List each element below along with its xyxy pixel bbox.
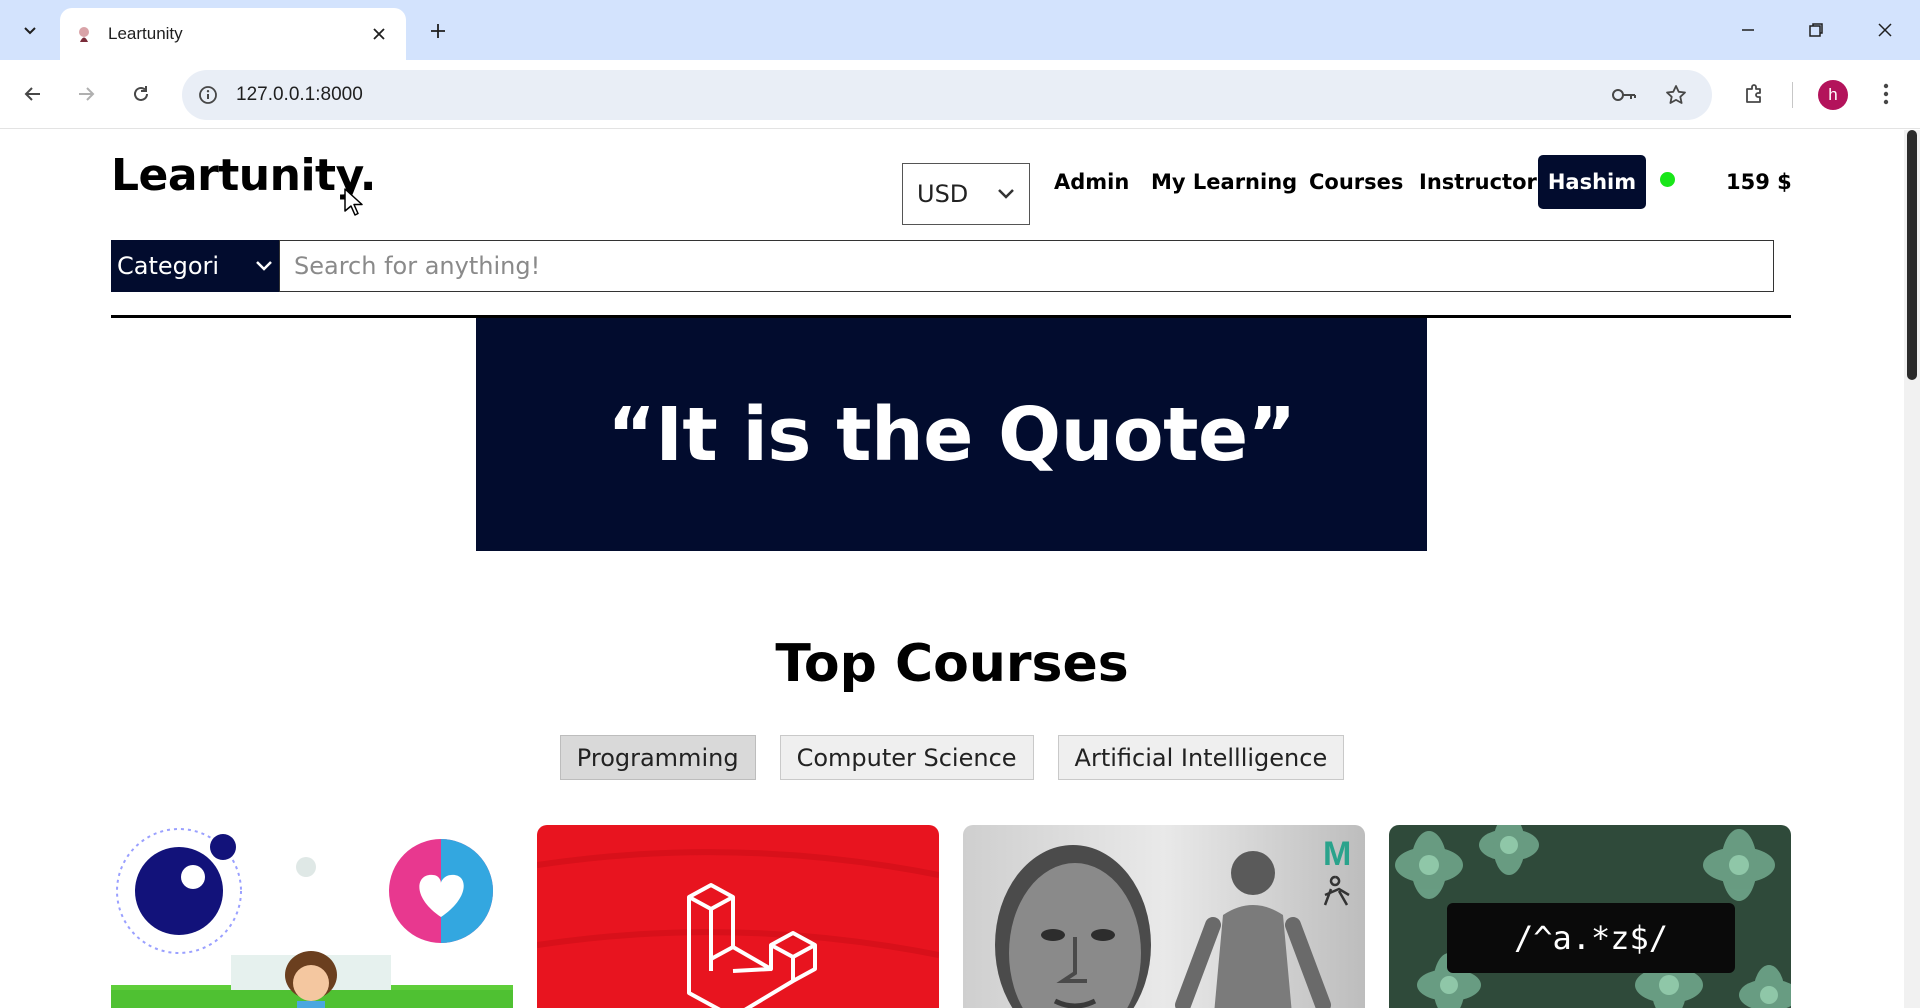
online-status-indicator xyxy=(1660,172,1675,187)
category-dropdown[interactable]: Categori xyxy=(111,240,279,292)
puzzle-icon xyxy=(1746,84,1761,103)
page-viewport: Leartunity. USD Admin My Learning Course… xyxy=(0,130,1904,1008)
kebab-menu-icon xyxy=(1883,83,1889,105)
close-tab-icon[interactable] xyxy=(366,21,392,47)
minimize-icon xyxy=(1742,29,1754,31)
filter-programming[interactable]: Programming xyxy=(559,735,756,780)
new-tab-button[interactable] xyxy=(420,14,456,48)
chevron-down-icon xyxy=(998,189,1014,199)
nav-instructor[interactable]: Instructor xyxy=(1419,170,1537,194)
category-label: Categori xyxy=(117,252,220,280)
course-filter-tabs: Programming Computer Science Artificial … xyxy=(0,735,1904,780)
mouse-cursor-icon xyxy=(344,188,363,216)
close-window-button[interactable] xyxy=(1857,8,1913,52)
toolbar-divider xyxy=(1792,82,1793,108)
chevron-down-icon xyxy=(24,27,36,35)
wallet-balance: 159 $ xyxy=(1726,170,1792,194)
regex-code-text: /^a.*z$/ xyxy=(1514,919,1668,957)
chevron-down-icon xyxy=(256,261,272,271)
tab-title: Leartunity xyxy=(108,24,183,43)
browser-toolbar: 127.0.0.1:8000 h xyxy=(0,60,1920,129)
3d-character-thumbnail-image: M xyxy=(963,825,1365,1008)
course-card-thumbnail[interactable] xyxy=(111,825,513,1008)
nav-admin[interactable]: Admin xyxy=(1054,170,1129,194)
browser-menu-button[interactable] xyxy=(1866,74,1906,114)
restore-button[interactable] xyxy=(1788,8,1844,52)
laravel-thumbnail-image xyxy=(537,825,939,1008)
page-scrollbar[interactable] xyxy=(1904,130,1920,1008)
course-card-thumbnail[interactable]: M xyxy=(963,825,1365,1008)
address-bar[interactable]: 127.0.0.1:8000 xyxy=(182,70,1712,120)
reload-icon xyxy=(134,86,148,101)
currency-select[interactable]: USD xyxy=(902,163,1030,225)
filter-artificial-intelligence[interactable]: Artificial Intellligence xyxy=(1057,735,1345,780)
minimize-button[interactable] xyxy=(1720,8,1776,52)
arrow-right-icon xyxy=(79,87,95,101)
reload-button[interactable] xyxy=(121,74,161,114)
filter-computer-science[interactable]: Computer Science xyxy=(779,735,1034,780)
site-info-icon[interactable] xyxy=(190,77,226,113)
maya-m-icon: M xyxy=(1323,835,1351,873)
nav-my-learning[interactable]: My Learning xyxy=(1151,170,1297,194)
extensions-button[interactable] xyxy=(1734,74,1774,114)
url-text: 127.0.0.1:8000 xyxy=(236,84,363,105)
forward-button[interactable] xyxy=(66,74,106,114)
bookmark-star-icon[interactable] xyxy=(1658,77,1694,113)
plus-icon xyxy=(431,24,445,38)
top-courses-title: Top Courses xyxy=(775,634,1129,694)
browser-tab-active[interactable]: Leartunity xyxy=(60,8,406,60)
favicon-icon xyxy=(74,24,94,44)
profile-avatar[interactable]: h xyxy=(1818,80,1848,110)
course-card-thumbnail[interactable]: /^a.*z$/ xyxy=(1389,825,1791,1008)
cartoon-thumbnail-image xyxy=(111,825,513,1008)
back-button[interactable] xyxy=(13,74,53,114)
nav-courses[interactable]: Courses xyxy=(1309,170,1403,194)
user-menu-button[interactable]: Hashim xyxy=(1538,155,1646,209)
hero-quote: “It is the Quote” xyxy=(607,391,1296,478)
scrollbar-thumb[interactable] xyxy=(1907,130,1917,380)
regex-thumbnail-image: /^a.*z$/ xyxy=(1389,825,1791,1008)
browser-tab-strip: Leartunity xyxy=(0,0,1920,60)
course-card-thumbnail[interactable] xyxy=(537,825,939,1008)
close-icon xyxy=(1878,23,1892,37)
search-input[interactable] xyxy=(279,240,1774,292)
tab-search-button[interactable] xyxy=(10,12,50,48)
arrow-left-icon xyxy=(24,87,40,101)
password-key-icon[interactable] xyxy=(1606,77,1642,113)
hero-quote-banner: “It is the Quote” xyxy=(476,318,1427,551)
restore-icon xyxy=(1809,23,1823,37)
site-logo[interactable]: Leartunity. xyxy=(111,150,376,201)
currency-value: USD xyxy=(917,180,969,208)
